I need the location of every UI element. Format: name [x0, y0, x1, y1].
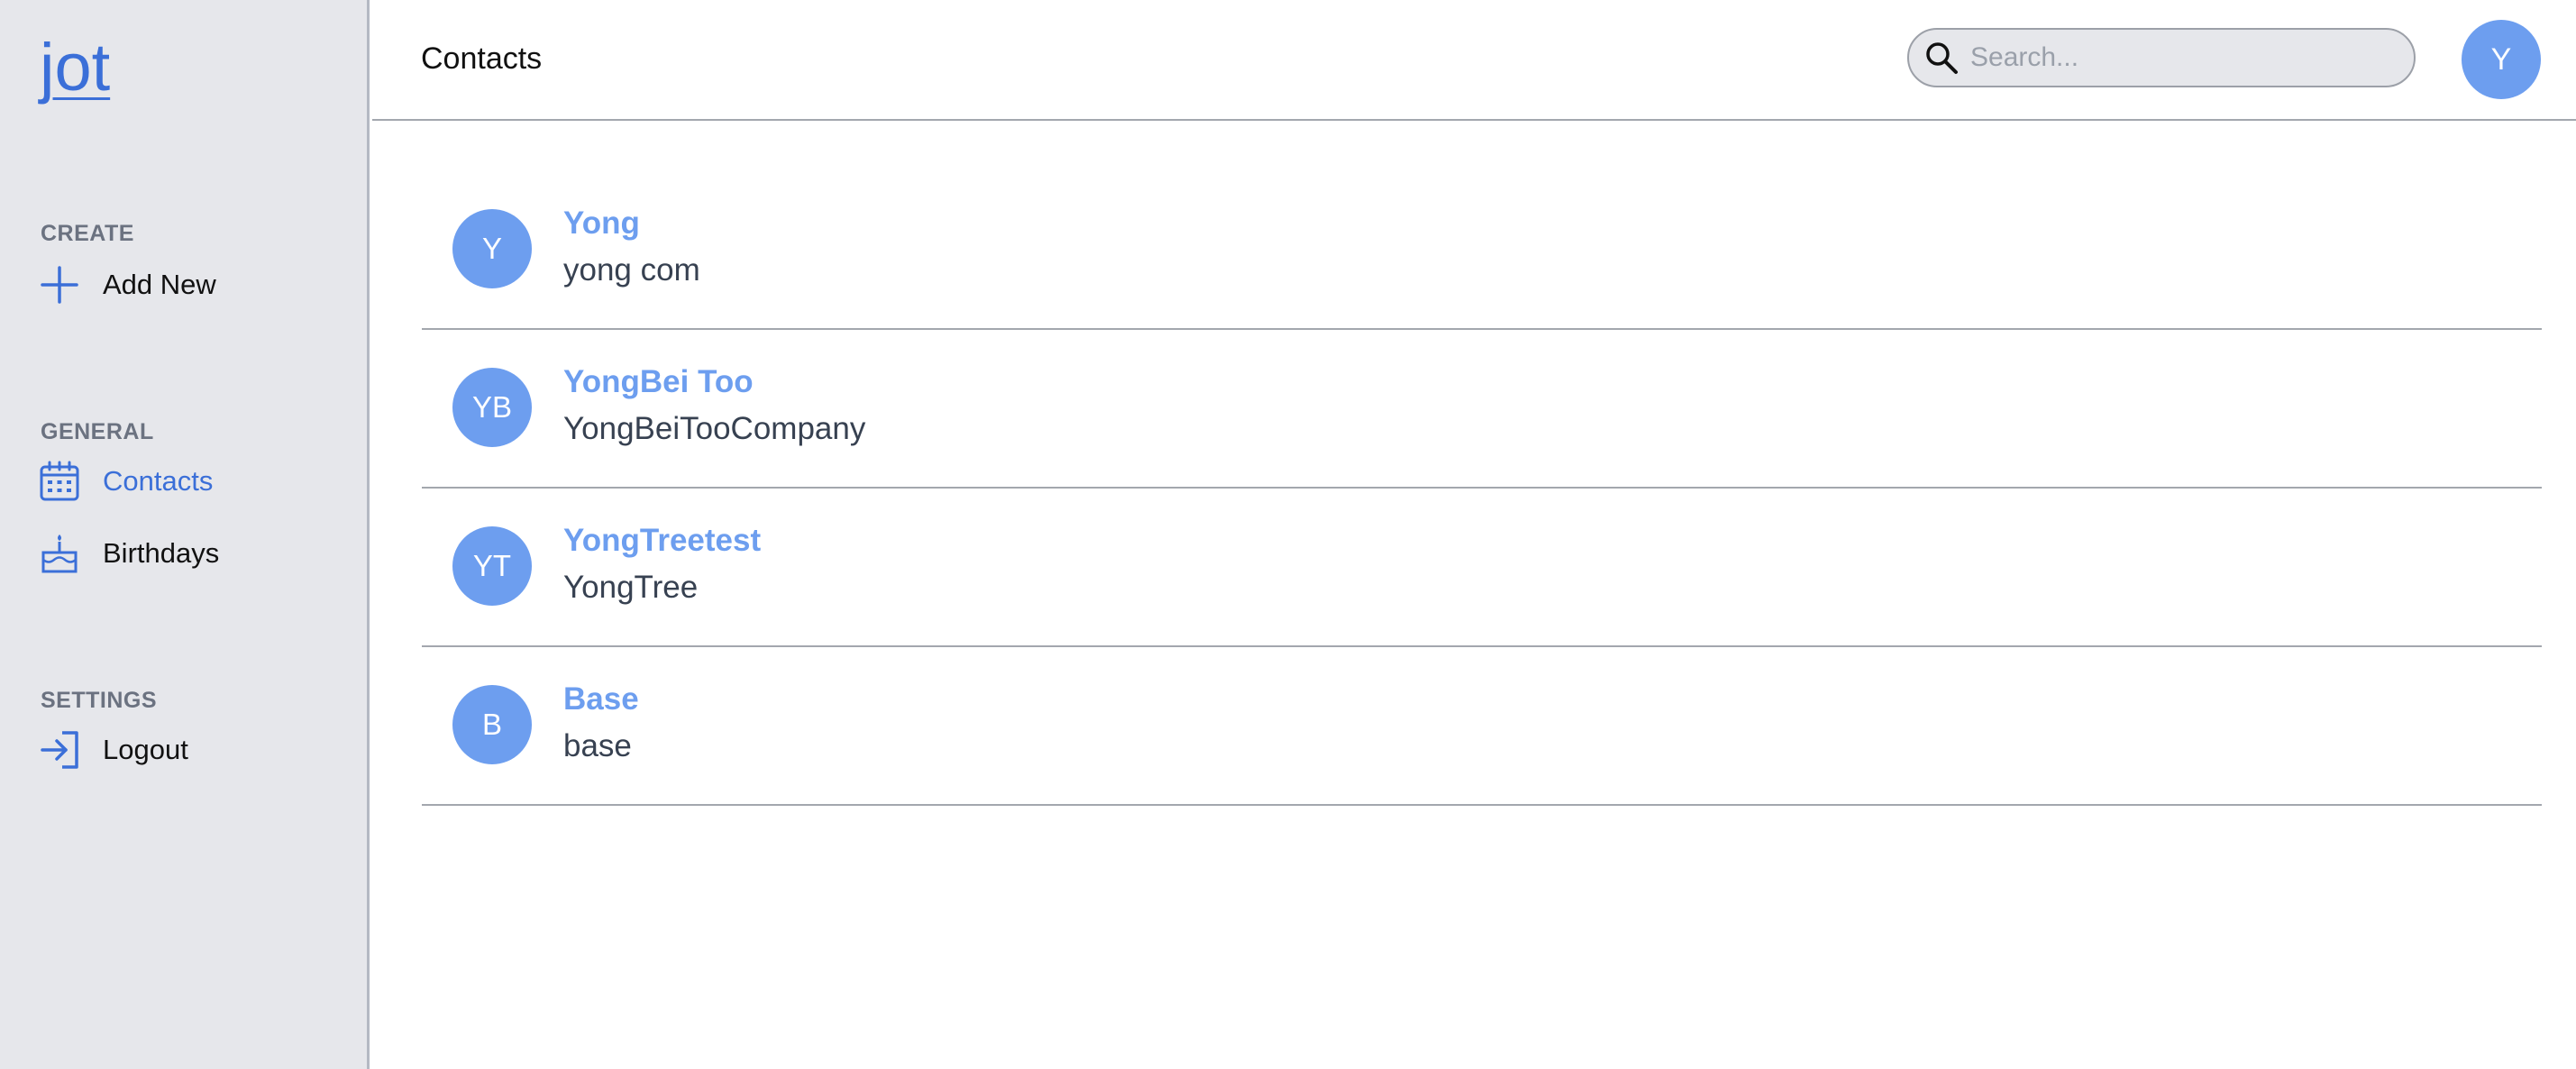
app: jot CREATE Add New GENERAL Contacts Birt… — [0, 0, 2576, 1069]
section-label-create: CREATE — [41, 221, 134, 246]
page-title: Contacts — [421, 41, 543, 76]
sidebar-item-label: Logout — [103, 734, 188, 765]
user-avatar[interactable]: Y — [2462, 20, 2541, 99]
cake-icon — [38, 532, 81, 575]
contact-avatar: YB — [452, 368, 532, 447]
contact-name[interactable]: Base — [563, 681, 639, 717]
sidebar-item-birthdays[interactable]: Birthdays — [38, 530, 219, 577]
search-icon[interactable] — [1923, 40, 1959, 76]
contact-row[interactable]: YB YongBei Too YongBeiTooCompany — [422, 330, 2542, 489]
sidebar: jot CREATE Add New GENERAL Contacts Birt… — [0, 0, 370, 1069]
contact-company: yong com — [563, 252, 700, 288]
sidebar-item-label: Contacts — [103, 465, 214, 497]
contact-avatar: YT — [452, 526, 532, 606]
sidebar-item-add-new[interactable]: Add New — [38, 261, 216, 308]
sidebar-item-label: Add New — [103, 269, 216, 300]
search-input[interactable] — [1969, 41, 2387, 74]
contact-company: YongBeiTooCompany — [563, 411, 866, 446]
contact-row[interactable]: B Base base — [422, 647, 2542, 806]
section-label-general: GENERAL — [41, 419, 154, 444]
logout-icon — [38, 728, 81, 772]
contact-company: base — [563, 728, 632, 763]
search-box[interactable] — [1907, 28, 2416, 87]
sidebar-item-label: Birthdays — [103, 537, 220, 569]
contact-company: YongTree — [563, 570, 699, 605]
contact-name[interactable]: Yong — [563, 206, 640, 242]
contact-list: Y Yong yong com YB YongBei Too YongBeiTo… — [422, 171, 2542, 806]
contact-name[interactable]: YongBei Too — [563, 364, 754, 400]
contact-avatar: B — [452, 685, 532, 764]
contact-avatar: Y — [452, 209, 532, 288]
sidebar-item-contacts[interactable]: Contacts — [38, 458, 213, 505]
calendar-icon — [38, 460, 81, 503]
section-label-settings: SETTINGS — [41, 688, 158, 713]
sidebar-item-logout[interactable]: Logout — [38, 726, 188, 773]
plus-icon — [38, 263, 81, 306]
contact-row[interactable]: Y Yong yong com — [422, 171, 2542, 330]
logo-link[interactable]: jot — [40, 34, 110, 101]
contact-row[interactable]: YT YongTreetest YongTree — [422, 489, 2542, 647]
contact-name[interactable]: YongTreetest — [563, 523, 761, 559]
top-header: Contacts Y — [372, 0, 2576, 121]
